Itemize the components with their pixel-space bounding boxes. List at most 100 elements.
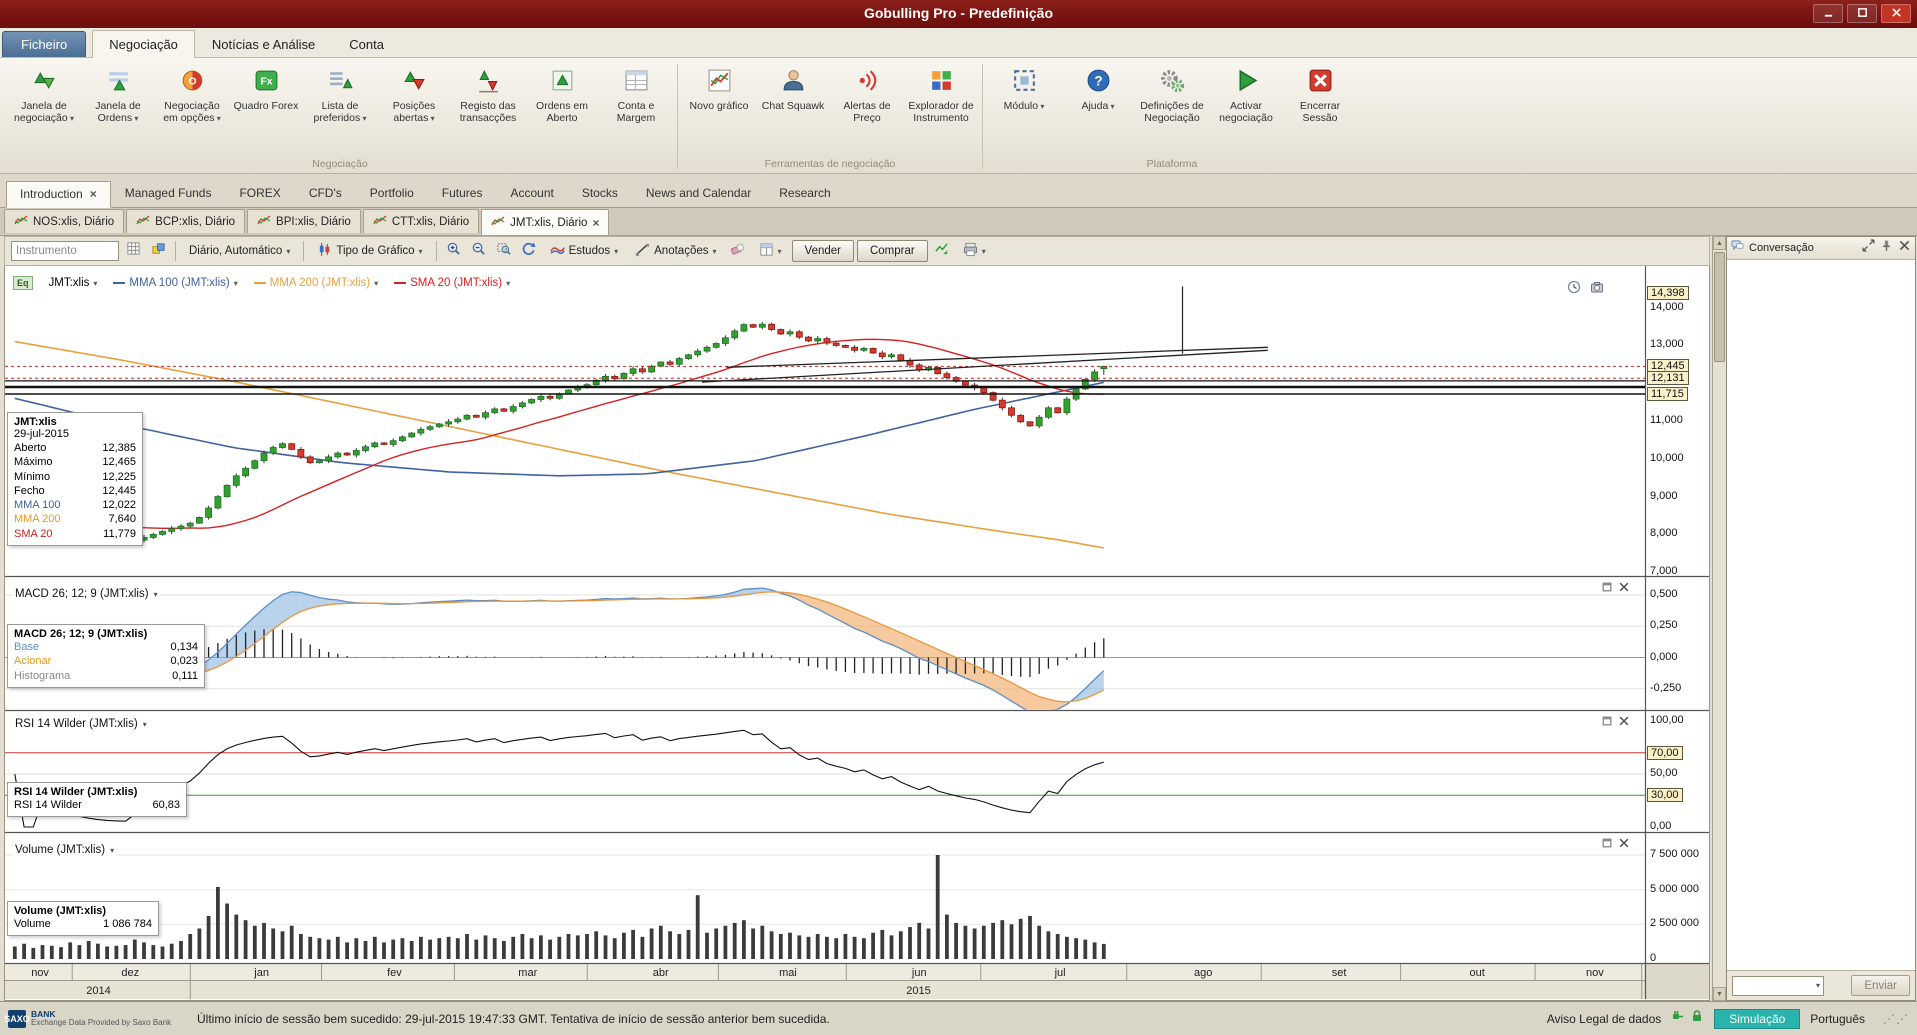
- annotations-dropdown[interactable]: Anotações▾: [628, 240, 723, 262]
- ribbon-chat-squawk[interactable]: Chat Squawk: [756, 62, 830, 114]
- zoom-in-button[interactable]: [443, 240, 465, 262]
- camera-button[interactable]: [1590, 280, 1604, 299]
- clock-button[interactable]: [1567, 280, 1581, 299]
- ribbon-explorador-de-instrumento[interactable]: Explorador de Instrumento: [904, 62, 978, 126]
- legend-sma20[interactable]: SMA 20 (JMT:xlis)▾: [394, 277, 510, 289]
- rsi-pane-label[interactable]: RSI 14 Wilder (JMT:xlis)▾: [13, 718, 149, 730]
- send-button[interactable]: Enviar: [1851, 975, 1910, 996]
- ribbon-alertas-de-pre-o[interactable]: Alertas de Preço: [830, 62, 904, 126]
- workspace-tab-futures[interactable]: Futures: [428, 180, 497, 207]
- close-small-button[interactable]: [1898, 239, 1911, 257]
- resize-grip[interactable]: ⋰⋰: [1883, 1012, 1909, 1026]
- volume-tick: 7 500 000: [1650, 848, 1699, 860]
- volume-pane-label[interactable]: Volume (JMT:xlis)▾: [13, 844, 116, 856]
- legend-mma200-label: MMA 200 (JMT:xlis): [270, 277, 370, 289]
- caret-down-icon: ▾: [1108, 102, 1114, 111]
- menu-tab-conta[interactable]: Conta: [332, 30, 401, 57]
- workspace-tab-forex[interactable]: FOREX: [225, 180, 294, 207]
- maximize-button[interactable]: [1847, 4, 1877, 23]
- volume-close-small-button[interactable]: [1618, 836, 1630, 854]
- close-button[interactable]: [1881, 4, 1911, 23]
- legend-mma200[interactable]: MMA 200 (JMT:xlis)▾: [254, 277, 378, 289]
- buy-button[interactable]: Comprar: [857, 240, 928, 262]
- workspace-tab-stocks[interactable]: Stocks: [568, 180, 632, 207]
- pin-button[interactable]: [1880, 239, 1893, 257]
- macd-pane-label[interactable]: MACD 26; 12; 9 (JMT:xlis)▾: [13, 588, 160, 600]
- ribbon-posi-es-abertas[interactable]: Posições abertas ▾: [377, 62, 451, 126]
- instrument-link-button[interactable]: [147, 240, 169, 262]
- layout-dropdown[interactable]: ▾: [752, 240, 789, 262]
- chat-recipient-select[interactable]: ▾: [1732, 976, 1824, 996]
- legal-notice-link[interactable]: Aviso Legal de dados: [1547, 1012, 1662, 1026]
- chart-type-dropdown[interactable]: Tipo de Gráfico▾: [310, 240, 429, 262]
- ribbon-m-dulo[interactable]: Módulo ▾: [987, 62, 1061, 114]
- ribbon-defini-es-de-negocia-o[interactable]: Definições de Negociação: [1135, 62, 1209, 126]
- ribbon-encerrar-sess-o[interactable]: Encerrar Sessão: [1283, 62, 1357, 126]
- print-dropdown[interactable]: ▾: [956, 240, 993, 262]
- instrument-input[interactable]: [11, 241, 119, 261]
- ribbon-lista-de-preferidos[interactable]: Lista de preferidos ▾: [303, 62, 377, 126]
- caret-down-icon: ▾: [1038, 102, 1044, 111]
- menu-tab-ficheiro[interactable]: Ficheiro: [2, 31, 86, 57]
- rsi-tick: 50,00: [1650, 767, 1678, 779]
- ribbon-activar-negocia-o[interactable]: Activar negociação: [1209, 62, 1283, 126]
- scroll-down-icon[interactable]: ▼: [1713, 987, 1726, 1001]
- ribbon-conta-e-margem[interactable]: Conta e Margem: [599, 62, 673, 126]
- workspace-tab-portfolio[interactable]: Portfolio: [356, 180, 428, 207]
- scrollbar-thumb[interactable]: [1714, 252, 1725, 362]
- chat-messages-area[interactable]: [1727, 260, 1915, 970]
- menu-tab-not-cias-e-an-lise[interactable]: Notícias e Análise: [195, 30, 332, 57]
- studies-dropdown[interactable]: Estudos▾: [543, 240, 626, 262]
- ribbon-group-negocia-o: Janela de negociação ▾Janela de Ordens ▾…: [4, 60, 676, 173]
- chart-tab-bcp-xlis-di-rio[interactable]: BCP:xlis, Diário: [126, 209, 245, 233]
- sell-button[interactable]: Vender: [792, 240, 854, 262]
- legend-symbol[interactable]: JMT:xlis▾: [49, 277, 98, 289]
- volume-restore-button[interactable]: [1601, 836, 1613, 854]
- zoom-area-button[interactable]: [493, 240, 515, 262]
- price-chart-canvas[interactable]: novdezjanfevmarabrmaijunjulagosetoutnov2…: [5, 266, 1709, 999]
- ribbon-ordens-em-aberto[interactable]: Ordens em Aberto: [525, 62, 599, 126]
- ribbon-registo-das-transac-es[interactable]: Registo das transacções: [451, 62, 525, 126]
- ribbon-novo-gr-fico[interactable]: Novo gráfico: [682, 62, 756, 114]
- workspace-tab-news-and-calendar[interactable]: News and Calendar: [632, 180, 765, 207]
- activate-trading-icon: [1233, 81, 1260, 98]
- trade-from-chart-button[interactable]: [931, 240, 953, 262]
- workspace-tab-account[interactable]: Account: [496, 180, 567, 207]
- ribbon-janela-de-negocia-o[interactable]: Janela de negociação ▾: [7, 62, 81, 126]
- zoom-out-button[interactable]: [468, 240, 490, 262]
- menu-tab-negocia-o[interactable]: Negociação: [92, 30, 195, 58]
- chart-tab-jmt-xlis-di-rio[interactable]: JMT:xlis, Diário×: [481, 209, 609, 235]
- reset-zoom-button[interactable]: [518, 240, 540, 262]
- instrument-grid-button[interactable]: [122, 240, 144, 262]
- open-orders-icon: [549, 81, 576, 98]
- zoom-area-icon: [496, 241, 511, 261]
- close-tab-icon[interactable]: ×: [90, 188, 97, 200]
- period-dropdown[interactable]: Diário, Automático▾: [182, 240, 297, 262]
- macd-restore-button[interactable]: [1601, 580, 1613, 598]
- language-selector[interactable]: Português: [1810, 1012, 1865, 1026]
- ribbon-negocia-o-em-op-es[interactable]: ONegociação em opções ▾: [155, 62, 229, 126]
- workspace-tab-cfd-s[interactable]: CFD's: [295, 180, 356, 207]
- chart-tab-ctt-xlis-di-rio[interactable]: CTT:xlis, Diário: [363, 209, 479, 233]
- eraser-button[interactable]: [727, 240, 749, 262]
- legend-mma100[interactable]: MMA 100 (JMT:xlis)▾: [113, 277, 237, 289]
- chart-tab-bpi-xlis-di-rio[interactable]: BPI:xlis, Diário: [247, 209, 361, 233]
- ribbon-ajuda[interactable]: ?Ajuda ▾: [1061, 62, 1135, 114]
- rsi-restore-button[interactable]: [1601, 714, 1613, 732]
- workspace-tab-research[interactable]: Research: [765, 180, 844, 207]
- close-tab-icon[interactable]: ×: [592, 217, 599, 229]
- macd-tick: 0,250: [1650, 619, 1678, 631]
- expand-button[interactable]: [1862, 239, 1875, 257]
- workspace-tab-introduction[interactable]: Introduction×: [6, 181, 111, 208]
- svg-text:O: O: [188, 77, 196, 88]
- workspace-tab-managed-funds[interactable]: Managed Funds: [111, 180, 226, 207]
- chart-tab-nos-xlis-di-rio[interactable]: NOS:xlis, Diário: [4, 209, 124, 233]
- rsi-close-small-button[interactable]: [1618, 714, 1630, 732]
- macd-close-small-button[interactable]: [1618, 580, 1630, 598]
- ribbon-quadro-forex[interactable]: FxQuadro Forex: [229, 62, 303, 114]
- scroll-up-icon[interactable]: ▲: [1713, 236, 1726, 250]
- vertical-scrollbar[interactable]: ▲ ▼: [1712, 236, 1726, 1001]
- ribbon-janela-de-ordens[interactable]: Janela de Ordens ▾: [81, 62, 155, 126]
- minimize-button[interactable]: [1813, 4, 1843, 23]
- status-icons: [1671, 1009, 1704, 1028]
